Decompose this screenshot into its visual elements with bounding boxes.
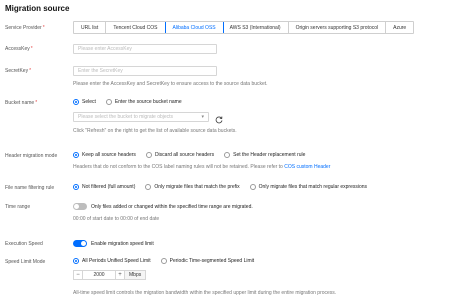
radio-dot [73, 99, 79, 105]
execution-speed-label: Execution Speed [5, 241, 43, 247]
speed-periodic-text: Periodic Time-segmented Speed Limit [169, 258, 255, 264]
bucket-select-radio[interactable]: Select [73, 99, 96, 105]
service-provider-label: Service Provider* [5, 25, 45, 31]
radio-dot [160, 258, 167, 264]
bucket-mode-radios: Select Enter the source bucket name [73, 99, 182, 105]
secretkey-label-text: SecretKey [5, 68, 29, 74]
radio-dot [105, 99, 112, 105]
header-mode-help: Headers that do not conform to the COS l… [73, 164, 330, 170]
minus-icon[interactable]: − [73, 270, 83, 280]
provider-alibaba-oss[interactable]: Alibaba Cloud OSS [164, 22, 224, 33]
header-keep-text: Keep all source headers [82, 152, 136, 158]
refresh-icon[interactable] [214, 112, 224, 124]
speed-periodic-radio[interactable]: Periodic Time-segmented Speed Limit [160, 258, 255, 264]
header-mode-radios: Keep all source headers Discard all sour… [73, 152, 305, 158]
speed-limit-mode-label: Speed Limit Mode [5, 259, 46, 265]
speed-limit-stepper: − 2000 + Mbps [73, 270, 147, 280]
secretkey-label: SecretKey* [5, 68, 31, 74]
speed-limit-mode-radios: All Periods Unified Speed Limit Periodic… [73, 258, 254, 264]
speed-limit-toggle[interactable] [73, 240, 87, 247]
bucket-enter-radio[interactable]: Enter the source bucket name [105, 99, 182, 105]
service-provider-label-text: Service Provider [5, 25, 42, 31]
header-replace-text: Set the Header replacement rule [233, 152, 306, 158]
required-mark: * [35, 100, 38, 106]
radio-dot [73, 258, 79, 264]
filter-regex-text: Only migrate files that match regular ex… [258, 184, 368, 190]
bucket-select[interactable]: Please select the bucket to migrate obje… [73, 112, 209, 122]
execution-speed-row: Enable migration speed limit [73, 240, 154, 247]
filter-prefix-text: Only migrate files that match the prefix [154, 184, 240, 190]
time-range-row: Only files added or changed within the s… [73, 203, 253, 210]
provider-tencent-cos[interactable]: Tencent Cloud COS [106, 22, 166, 33]
speed-limit-value[interactable]: 2000 [83, 270, 115, 280]
time-range-help: 00:00 of start date to 00:00 of end date [73, 216, 160, 222]
speed-limit-help: All-time speed limit controls the migrat… [73, 290, 337, 296]
file-filter-label: File name filtering rule [5, 185, 55, 191]
filter-regex-radio[interactable]: Only migrate files that match regular ex… [249, 184, 368, 190]
header-discard-radio[interactable]: Discard all source headers [145, 152, 215, 158]
required-mark: * [30, 46, 33, 52]
accesskey-label: AccessKey* [5, 46, 33, 52]
provider-s3-origin[interactable]: Origin servers supporting S3 protocol [288, 22, 387, 33]
section-title: Migration source [5, 4, 70, 13]
speed-all-periods-text: All Periods Unified Speed Limit [82, 258, 151, 264]
speed-unit: Mbps [125, 270, 147, 280]
speed-all-periods-radio[interactable]: All Periods Unified Speed Limit [73, 258, 151, 264]
accesskey-label-text: AccessKey [5, 46, 30, 52]
speed-limit-toggle-text: Enable migration speed limit [91, 240, 154, 247]
required-mark: * [42, 25, 45, 31]
required-mark: * [29, 68, 32, 74]
secretkey-help: Please enter the AccessKey and SecretKey… [73, 81, 268, 87]
radio-dot [145, 184, 152, 190]
bucket-label-text: Bucket name [5, 100, 35, 106]
radio-dot [145, 152, 152, 158]
filter-none-text: Not filtered (full amount) [82, 184, 136, 190]
radio-dot [224, 152, 231, 158]
provider-azure[interactable]: Azure [386, 22, 414, 33]
filter-prefix-radio[interactable]: Only migrate files that match the prefix [145, 184, 240, 190]
provider-url-list[interactable]: URL list [74, 22, 107, 33]
accesskey-input[interactable]: Please enter AccessKey [73, 44, 217, 54]
time-range-toggle[interactable] [73, 203, 87, 210]
cos-custom-header-link[interactable]: COS custom Header [284, 164, 330, 170]
radio-dot [73, 184, 79, 190]
secretkey-input[interactable]: Enter the SecretKey [73, 66, 217, 76]
filter-none-radio[interactable]: Not filtered (full amount) [73, 184, 135, 190]
header-mode-help-text: Headers that do not conform to the COS l… [73, 164, 283, 170]
header-mode-label: Header migration mode [5, 153, 58, 159]
file-filter-radios: Not filtered (full amount) Only migrate … [73, 184, 367, 190]
radio-dot [249, 184, 256, 190]
time-range-label: Time range [5, 204, 31, 210]
header-replace-radio[interactable]: Set the Header replacement rule [224, 152, 305, 158]
chevron-down-icon: ▾ [201, 114, 204, 120]
provider-aws-s3[interactable]: AWS S3 (International) [222, 22, 289, 33]
bucket-enter-text: Enter the source bucket name [114, 99, 182, 105]
plus-icon[interactable]: + [115, 270, 125, 280]
radio-dot [73, 152, 79, 158]
bucket-select-text: Select [82, 99, 96, 105]
header-discard-text: Discard all source headers [154, 152, 215, 158]
service-provider-segmented: URL list Tencent Cloud COS Alibaba Cloud… [73, 21, 415, 34]
bucket-label: Bucket name* [5, 100, 37, 106]
bucket-help: Click "Refresh" on the right to get the … [73, 128, 237, 134]
header-keep-radio[interactable]: Keep all source headers [73, 152, 136, 158]
time-range-toggle-text: Only files added or changed within the s… [91, 203, 253, 210]
bucket-select-placeholder: Please select the bucket to migrate obje… [78, 114, 174, 120]
